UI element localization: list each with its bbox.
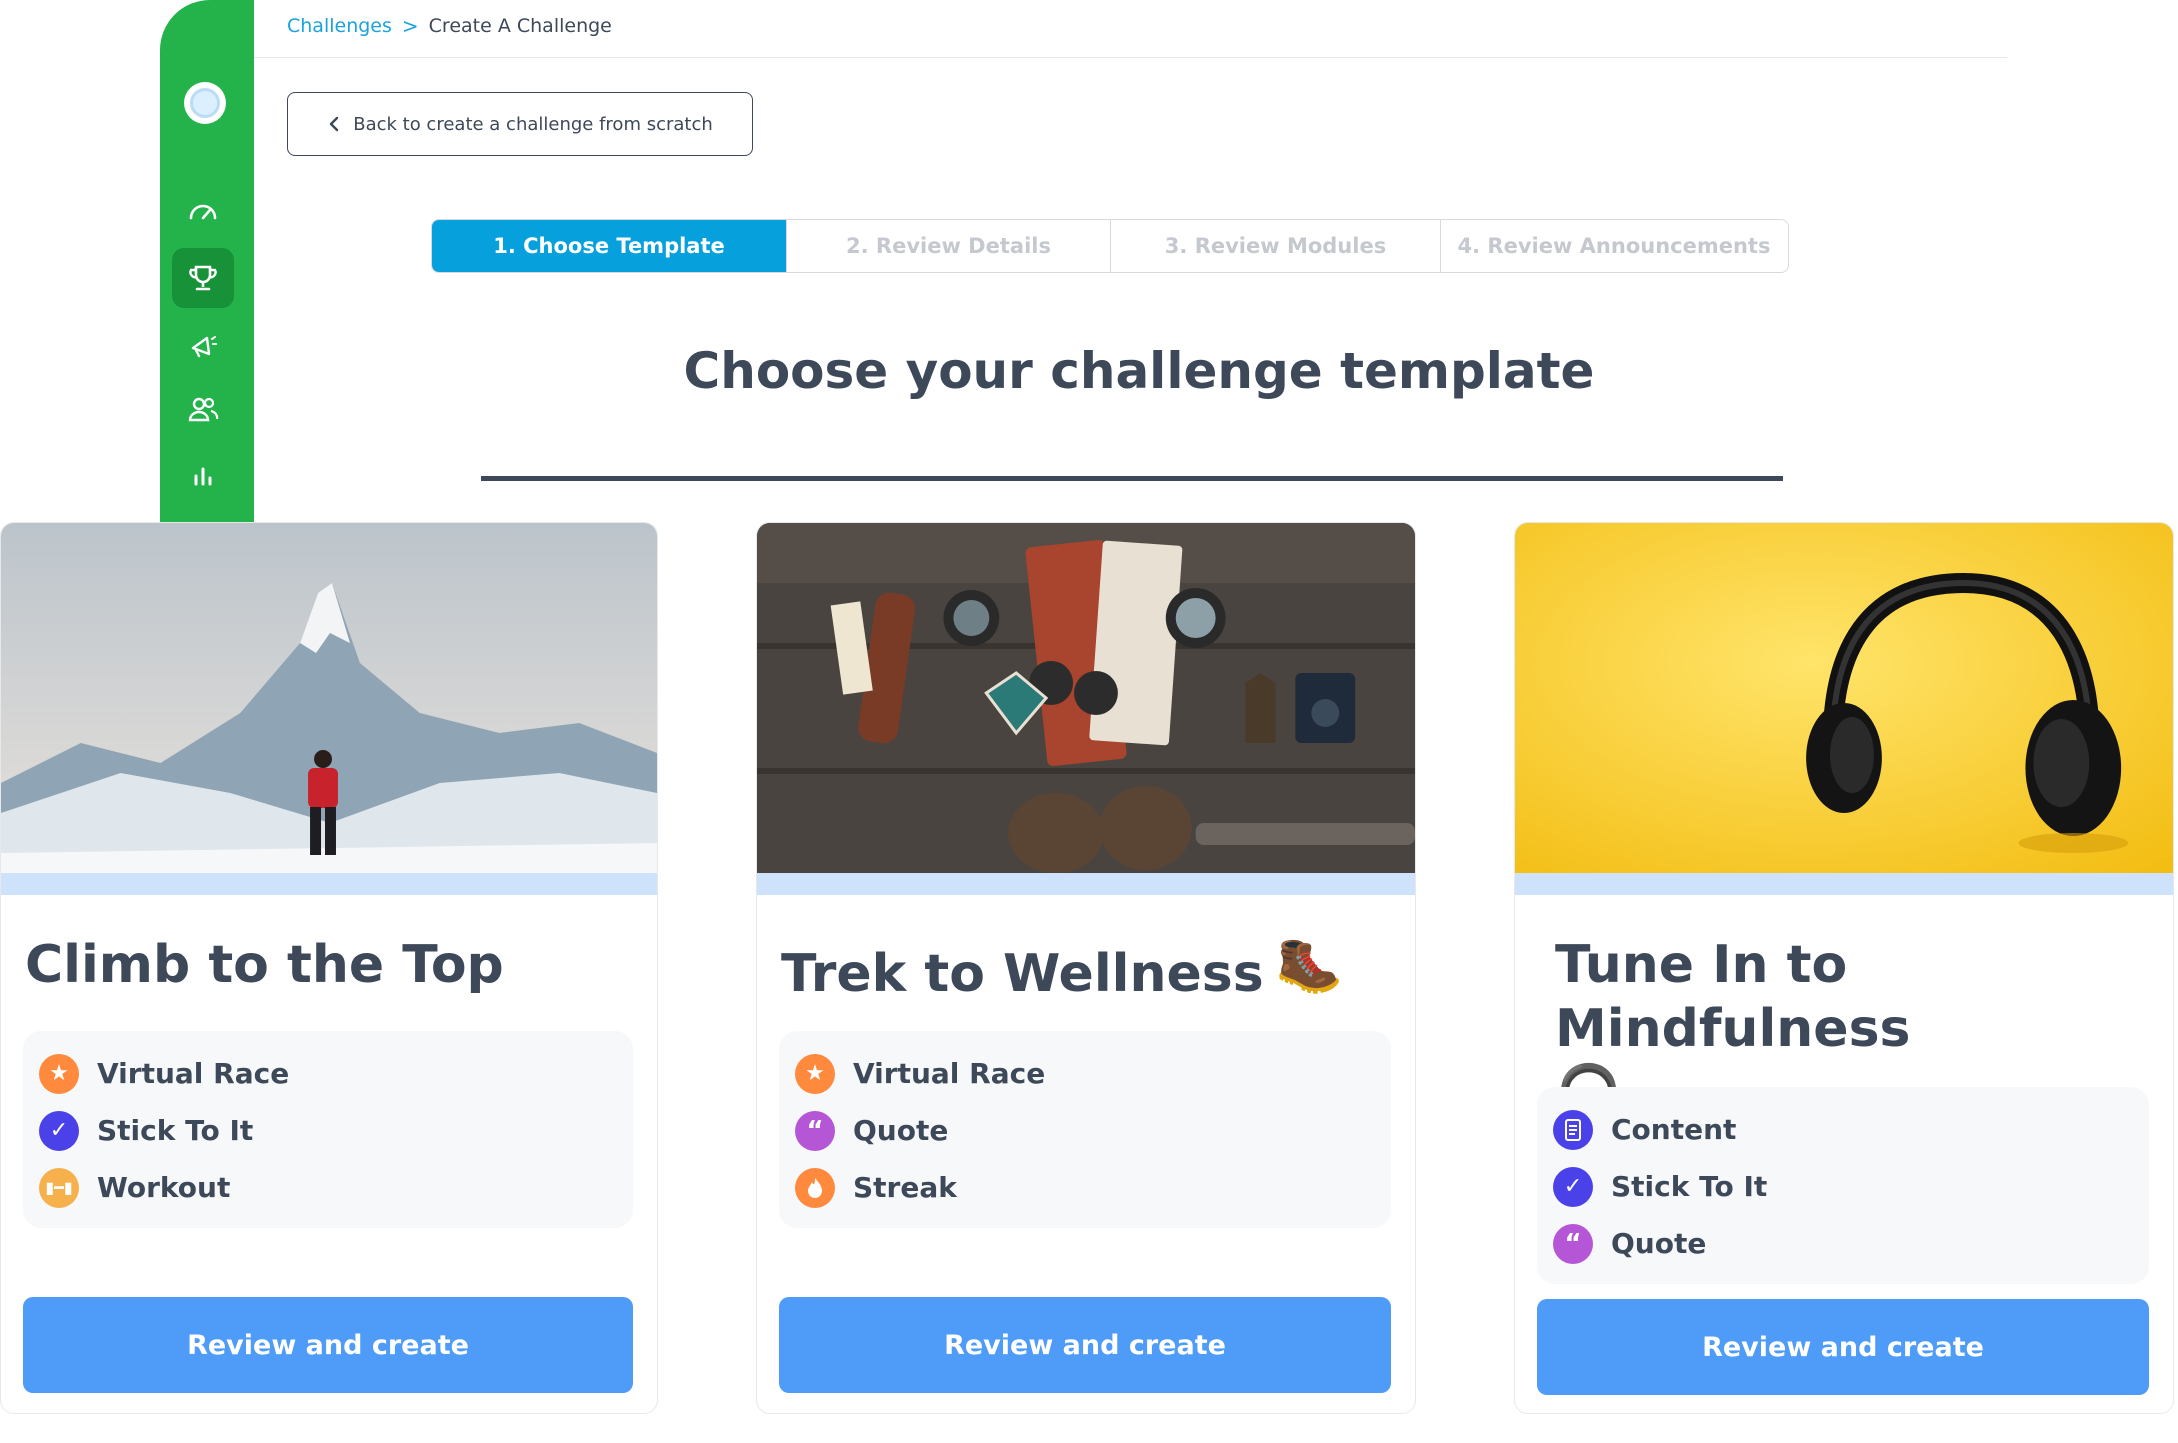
module-item: ★ Virtual Race	[795, 1045, 1375, 1102]
dumbbell-icon: ▮━▮	[39, 1167, 79, 1208]
checkmark-icon: ✓	[1553, 1166, 1593, 1207]
card-band	[757, 873, 1415, 895]
module-label: Content	[1611, 1113, 1737, 1146]
sidebar-item-challenges[interactable]	[172, 248, 234, 308]
quote-icon: “	[1553, 1223, 1593, 1264]
star-icon: ★	[795, 1053, 835, 1094]
step-review-details: 2. Review Details	[786, 220, 1110, 272]
star-icon: ★	[39, 1053, 79, 1094]
heading-divider	[481, 476, 1783, 481]
document-icon	[1553, 1109, 1593, 1150]
card-image-gear	[757, 523, 1415, 873]
review-and-create-button[interactable]: Review and create	[779, 1297, 1391, 1393]
speedometer-icon	[189, 204, 217, 220]
flame-icon	[795, 1167, 835, 1208]
sidebar	[160, 0, 254, 522]
hiking-boot-icon: 🥾	[1275, 933, 1343, 996]
back-to-scratch-button[interactable]: Back to create a challenge from scratch	[287, 92, 753, 156]
template-card-mindfulness[interactable]: Tune In to Mindfulness 🎧 Content ✓ Stick…	[1514, 522, 2174, 1414]
app-logo[interactable]	[184, 82, 226, 124]
users-icon	[188, 397, 219, 422]
back-button-label: Back to create a challenge from scratch	[353, 113, 713, 135]
breadcrumb-challenges-link[interactable]: Challenges	[287, 15, 392, 37]
module-list: ★ Virtual Race “ Quote Streak	[779, 1031, 1391, 1228]
template-card-climb[interactable]: Climb to the Top ★ Virtual Race ✓ Stick …	[0, 522, 658, 1414]
module-label: Virtual Race	[853, 1057, 1046, 1090]
module-item: Streak	[795, 1159, 1375, 1216]
module-item: Content	[1553, 1101, 2133, 1158]
module-item: “ Quote	[795, 1102, 1375, 1159]
module-item: ★ Virtual Race	[39, 1045, 617, 1102]
module-item: ✓ Stick To It	[1553, 1158, 2133, 1215]
megaphone-icon	[191, 336, 217, 358]
card-image-mountain	[1, 523, 657, 873]
step-review-modules: 3. Review Modules	[1110, 220, 1440, 272]
step-review-announcements: 4. Review Announcements	[1440, 220, 1787, 272]
card-title: Climb to the Top	[25, 933, 637, 997]
module-item: “ Quote	[1553, 1215, 2133, 1272]
step-choose-template[interactable]: 1. Choose Template	[432, 220, 786, 272]
module-label: Stick To It	[1611, 1170, 1768, 1203]
module-label: Stick To It	[97, 1114, 254, 1147]
breadcrumb-current: Create A Challenge	[428, 15, 612, 37]
module-list: ★ Virtual Race ✓ Stick To It ▮━▮ Workout	[23, 1031, 633, 1228]
stepper: 1. Choose Template 2. Review Details 3. …	[431, 219, 1789, 273]
module-label: Streak	[853, 1171, 957, 1204]
card-image-headphones	[1515, 523, 2173, 873]
template-card-trek[interactable]: Trek to Wellness 🥾 ★ Virtual Race “ Quote…	[756, 522, 1416, 1414]
module-item: ✓ Stick To It	[39, 1102, 617, 1159]
review-and-create-button[interactable]: Review and create	[23, 1297, 633, 1393]
trophy-icon	[189, 265, 217, 291]
page-title: Choose your challenge template	[683, 342, 1595, 400]
module-label: Quote	[1611, 1227, 1707, 1260]
sidebar-item-dashboard[interactable]	[172, 182, 234, 242]
module-list: Content ✓ Stick To It “ Quote	[1537, 1087, 2149, 1284]
module-label: Virtual Race	[97, 1057, 290, 1090]
card-band	[1515, 873, 2173, 895]
sidebar-item-reports[interactable]	[172, 446, 234, 506]
bar-chart-icon	[194, 467, 212, 486]
sidebar-item-participants[interactable]	[172, 380, 234, 440]
breadcrumb: Challenges > Create A Challenge	[287, 14, 612, 38]
module-label: Quote	[853, 1114, 949, 1147]
checkmark-icon: ✓	[39, 1110, 79, 1151]
chevron-left-icon	[330, 116, 339, 132]
card-title: Trek to Wellness 🥾	[781, 933, 1395, 1006]
sidebar-item-announcements[interactable]	[172, 316, 234, 376]
chevron-right-icon: >	[401, 14, 419, 38]
card-title-text: Climb to the Top	[25, 935, 504, 995]
card-title-text: Tune In to Mindfulness	[1555, 935, 1911, 1059]
header-divider	[254, 57, 2007, 58]
card-band	[1, 873, 657, 895]
card-title-text: Trek to Wellness	[781, 944, 1264, 1004]
review-and-create-button[interactable]: Review and create	[1537, 1299, 2149, 1395]
module-item: ▮━▮ Workout	[39, 1159, 617, 1216]
module-label: Workout	[97, 1171, 231, 1204]
quote-icon: “	[795, 1110, 835, 1151]
